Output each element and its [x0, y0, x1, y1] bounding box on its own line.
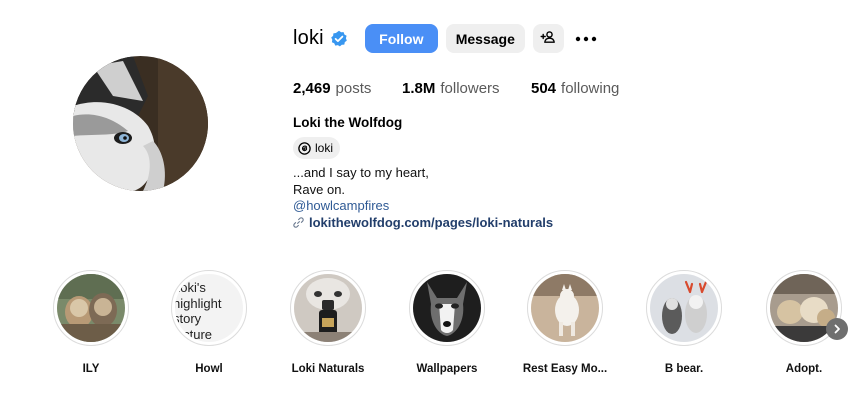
username: loki — [293, 27, 324, 49]
follow-button[interactable]: Follow — [364, 24, 438, 53]
highlight-cover-image — [413, 274, 481, 342]
bio-mention-link[interactable]: @howlcampfires — [293, 198, 553, 215]
highlight-label: ILY — [82, 363, 100, 375]
more-options-icon[interactable] — [574, 27, 598, 51]
full-name: Loki the Wolfdog — [293, 115, 403, 130]
highlight-label: Loki Naturals — [291, 363, 365, 375]
bio-website-text: lokithewolfdog.com/pages/loki-naturals — [309, 214, 554, 230]
following-count: 504 — [531, 80, 557, 97]
highlight-picture-text: picture — [175, 326, 213, 342]
chevron-right-icon — [834, 324, 840, 334]
threads-icon — [298, 141, 311, 155]
verified-badge-icon — [330, 30, 348, 48]
following-stat[interactable]: 504 following — [531, 80, 619, 97]
story-highlights: ILY Loki's highlight story picture Howl — [0, 270, 866, 380]
followers-count: 1.8M — [402, 80, 436, 97]
highlight-label: Wallpapers — [416, 363, 478, 375]
posts-count: 2,469 — [293, 80, 331, 97]
suggested-users-button[interactable] — [532, 24, 564, 53]
threads-badge[interactable]: loki — [293, 137, 341, 159]
following-label: following — [561, 80, 620, 97]
highlight-label: Adopt. — [785, 363, 823, 375]
posts-stat: 2,469 posts — [293, 80, 402, 97]
highlight-ily[interactable]: ILY — [36, 270, 146, 375]
highlights-next-button[interactable] — [826, 318, 848, 340]
highlight-rest-easy[interactable]: Rest Easy Mo... — [510, 270, 620, 375]
highlight-loki-naturals[interactable]: Loki Naturals — [273, 270, 383, 375]
highlight-cover-image — [57, 274, 125, 342]
highlight-howl[interactable]: Loki's highlight story picture Howl — [154, 270, 264, 375]
highlight-cover-image — [650, 274, 718, 342]
highlight-label: Howl — [195, 363, 223, 375]
highlight-cover-image: Loki's highlight story picture — [175, 274, 243, 342]
bio-line-2: Rave on. — [293, 181, 346, 197]
highlight-cover-image — [531, 274, 599, 342]
bio-line-1: ...and I say to my heart, — [293, 165, 429, 180]
highlight-picture-text: Loki's — [175, 280, 206, 295]
message-button[interactable]: Message — [445, 24, 525, 53]
highlight-label: Rest Easy Mo... — [522, 363, 608, 375]
highlight-cover-image — [294, 274, 362, 342]
highlight-b-bear[interactable]: B bear. — [629, 270, 739, 375]
link-icon — [293, 217, 304, 228]
profile-stats: 2,469 posts 1.8M followers 504 following — [293, 80, 619, 97]
posts-label: posts — [335, 80, 372, 97]
highlight-picture-text: highlight — [175, 295, 222, 311]
highlight-label: B bear. — [664, 363, 704, 375]
followers-label: followers — [440, 80, 500, 97]
followers-stat[interactable]: 1.8M followers — [402, 80, 531, 97]
highlight-picture-text: story — [175, 311, 202, 326]
bio: ...and I say to my heart, Rave on. @howl… — [293, 165, 553, 233]
bio-website-link[interactable]: lokithewolfdog.com/pages/loki-naturals — [293, 215, 553, 232]
highlight-wallpapers[interactable]: Wallpapers — [392, 270, 502, 375]
threads-handle: loki — [315, 141, 334, 155]
add-person-icon — [540, 29, 556, 48]
profile-header-row: loki Follow Message — [293, 24, 598, 53]
profile-avatar[interactable] — [73, 56, 208, 191]
